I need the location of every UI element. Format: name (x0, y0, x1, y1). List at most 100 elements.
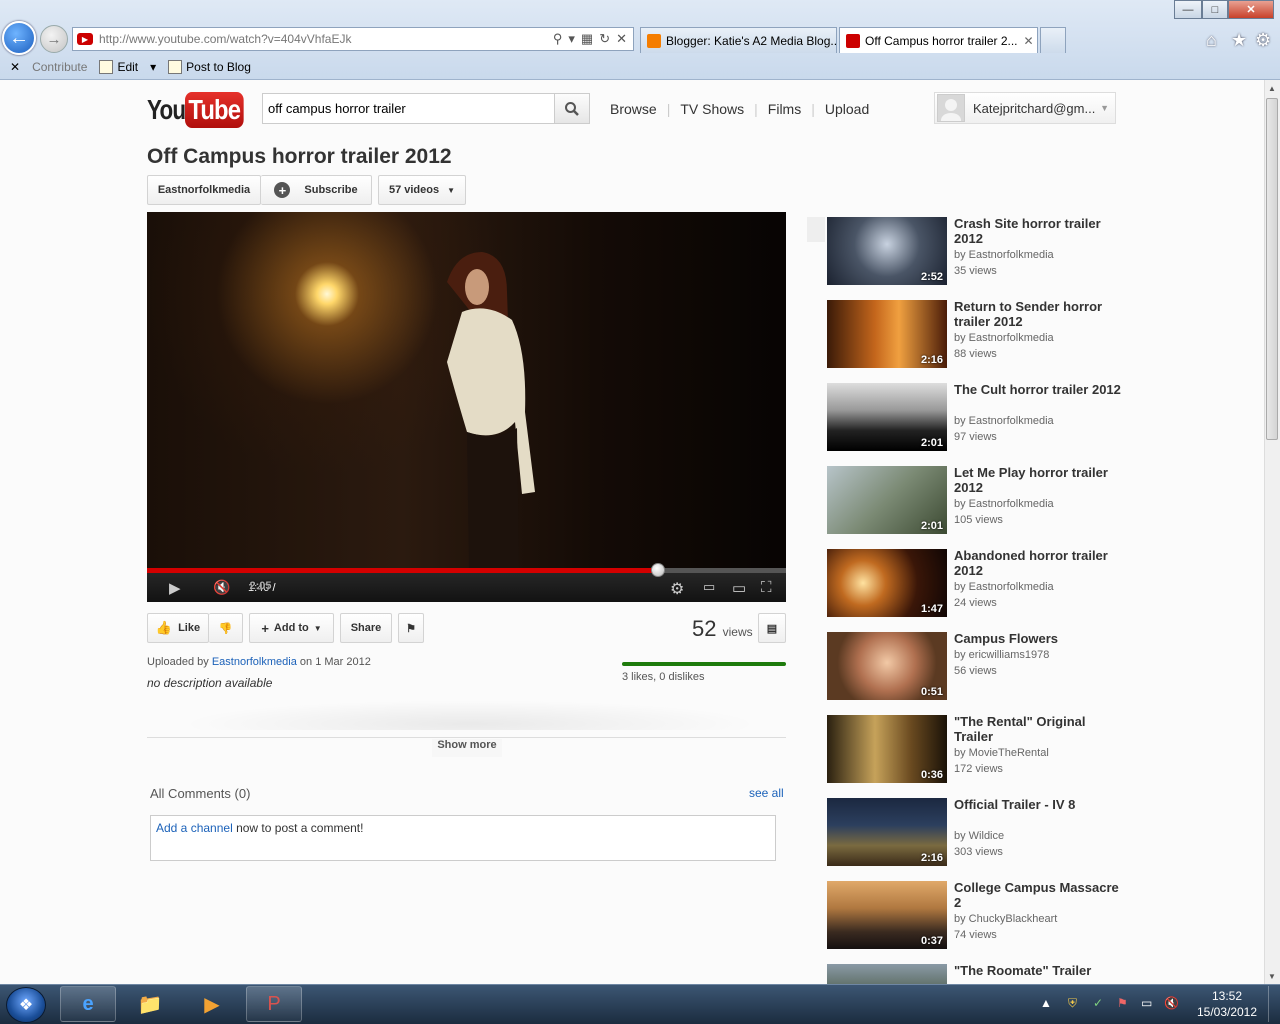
videos-dropdown-button[interactable]: 57 videos ▼ (378, 175, 466, 205)
related-video-item[interactable]: 0:36 "The Rental" Original Trailer by Movi… (827, 714, 1127, 785)
channel-button[interactable]: Eastnorfolkmedia (147, 175, 261, 205)
show-desktop-button[interactable] (1268, 986, 1278, 1022)
related-video-item[interactable]: 2:52 Crash Site horror trailer 2012 by Eas… (827, 216, 1127, 287)
related-video-item[interactable]: 2:16 Official Trailer - IV 8 by Wildice 303… (827, 797, 1127, 868)
scroll-up-icon[interactable]: ▲ (1264, 80, 1280, 96)
taskbar-media-player[interactable]: ▶ (184, 986, 240, 1022)
related-video-title[interactable]: Campus Flowers (954, 631, 1124, 646)
stop-icon[interactable]: ✕ (616, 31, 627, 47)
video-player[interactable]: ▶ 🔇 1:40 / 2:05 ⚙ ▭ ▭ ⛶ (147, 212, 786, 602)
related-video-title[interactable]: Abandoned horror trailer 2012 (954, 548, 1124, 578)
stats-button[interactable]: ▤ (758, 613, 786, 643)
scrollbar-thumb[interactable] (1266, 98, 1278, 440)
flag-button[interactable]: ⚑ (398, 613, 424, 643)
related-video-item[interactable]: 2:16 Return to Sender horror trailer 2012… (827, 299, 1127, 370)
related-video-title[interactable]: The Cult horror trailer 2012 (954, 382, 1124, 397)
tray-flag-icon[interactable]: ⚑ (1117, 996, 1128, 1010)
taskbar-clock[interactable]: 13:52 15/03/2012 (1192, 988, 1262, 1020)
forward-button[interactable]: → (40, 25, 68, 53)
tray-volume-muted-icon[interactable]: 🔇 (1164, 996, 1179, 1010)
dislike-button[interactable]: 👎 (209, 613, 243, 643)
video-duration: 2:01 (920, 437, 943, 449)
video-thumbnail[interactable]: 2:16 (827, 300, 947, 368)
related-video-title[interactable]: Return to Sender horror trailer 2012 (954, 299, 1124, 329)
tray-shield-icon[interactable]: ⛨ (1068, 996, 1077, 1011)
taskbar-explorer[interactable]: 📁 (122, 986, 178, 1022)
back-button[interactable]: ← (2, 21, 36, 55)
related-video-item[interactable]: 2:01 The Cult horror trailer 2012 by Eastn… (827, 382, 1127, 453)
video-thumbnail[interactable]: 0:37 (827, 881, 947, 949)
video-thumbnail[interactable]: 2:01 (827, 383, 947, 451)
uploader-link[interactable]: Eastnorfolkmedia (212, 656, 297, 668)
close-tab-icon[interactable]: ✕ (1018, 34, 1034, 48)
youtube-logo[interactable]: You Tube (147, 92, 254, 128)
user-menu[interactable]: Katejpritchard@gm... ▼ (934, 92, 1116, 124)
dropdown-icon[interactable]: ▾ (568, 31, 575, 47)
tray-network-icon[interactable]: ▲ (1040, 996, 1052, 1010)
related-video-item[interactable]: "The Roomate" Trailer (827, 964, 1127, 984)
search-button[interactable] (554, 93, 590, 124)
fullscreen-icon[interactable]: ⛶ (761, 579, 772, 596)
video-thumbnail[interactable]: 0:36 (827, 715, 947, 783)
add-to-button[interactable]: + Add to ▼ (249, 613, 334, 643)
video-thumbnail[interactable]: 2:01 (827, 466, 947, 534)
nav-films[interactable]: Films (758, 101, 811, 117)
video-thumbnail[interactable] (827, 964, 947, 984)
search-icon[interactable]: ⚲ (553, 31, 563, 47)
new-tab-button[interactable] (1040, 27, 1066, 53)
tools-gear-icon[interactable]: ⚙ (1255, 30, 1271, 51)
show-more-button[interactable]: Show more (432, 739, 502, 757)
settings-gear-icon[interactable]: ⚙ (670, 579, 684, 599)
favorites-star-icon[interactable]: ★ (1231, 30, 1247, 51)
related-video-title[interactable]: Crash Site horror trailer 2012 (954, 216, 1124, 246)
taskbar-powerpoint[interactable]: P (246, 986, 302, 1022)
search-input[interactable]: off campus horror trailer (262, 93, 555, 124)
tab-blogger[interactable]: Blogger: Katie's A2 Media Blog... (640, 27, 837, 53)
close-icon[interactable]: ✕ (10, 60, 20, 74)
see-all-link[interactable]: see all (749, 786, 784, 800)
related-video-title[interactable]: College Campus Massacre 2 (954, 880, 1124, 910)
compat-view-icon[interactable]: ▦ (581, 31, 593, 47)
related-video-title[interactable]: "The Roomate" Trailer (954, 964, 1124, 978)
scroll-down-icon[interactable]: ▼ (1264, 968, 1280, 984)
related-video-title[interactable]: "The Rental" Original Trailer (954, 714, 1124, 744)
tray-monitor-icon[interactable]: ▭ (1141, 996, 1152, 1010)
contribute-button[interactable]: Contribute (32, 60, 87, 74)
video-duration: 2:52 (920, 271, 943, 283)
like-button[interactable]: 👍 Like (147, 613, 209, 643)
mute-icon[interactable]: 🔇 (213, 579, 230, 596)
play-icon[interactable]: ▶ (169, 579, 181, 597)
nav-upload[interactable]: Upload (815, 101, 879, 117)
maximize-button[interactable]: □ (1202, 0, 1228, 19)
video-thumbnail[interactable]: 2:16 (827, 798, 947, 866)
video-thumbnail[interactable]: 2:52 (827, 217, 947, 285)
tab-youtube[interactable]: Off Campus horror trailer 2... ✕ (839, 27, 1038, 53)
related-video-item[interactable]: 2:01 Let Me Play horror trailer 2012 by Ea… (827, 465, 1127, 536)
refresh-icon[interactable]: ↻ (599, 31, 610, 47)
home-icon[interactable]: ⌂ (1206, 30, 1217, 51)
popout-icon[interactable]: ▭ (703, 579, 715, 595)
related-video-item[interactable]: 0:37 College Campus Massacre 2 by ChuckyBl… (827, 880, 1127, 951)
related-video-item[interactable]: 1:47 Abandoned horror trailer 2012 by East… (827, 548, 1127, 619)
video-thumbnail[interactable]: 0:51 (827, 632, 947, 700)
wide-mode-icon[interactable]: ▭ (732, 579, 746, 597)
taskbar-internet-explorer[interactable]: e (60, 986, 116, 1022)
add-channel-link[interactable]: Add a channel (156, 821, 233, 835)
subscribe-button[interactable]: + Subscribe (261, 175, 372, 205)
edit-button[interactable]: Edit (99, 60, 138, 74)
close-window-button[interactable]: ✕ (1228, 0, 1274, 19)
address-bar[interactable]: ▶ http://www.youtube.com/watch?v=404vVhf… (72, 27, 634, 51)
edit-dropdown-icon[interactable]: ▾ (150, 60, 156, 74)
post-to-blog-button[interactable]: Post to Blog (168, 60, 251, 74)
related-video-title[interactable]: Official Trailer - IV 8 (954, 797, 1124, 812)
related-video-item[interactable]: 0:51 Campus Flowers by ericwilliams1978 56 … (827, 631, 1127, 702)
url-text[interactable]: http://www.youtube.com/watch?v=404vVhfaE… (99, 32, 553, 46)
share-button[interactable]: Share (340, 613, 392, 643)
nav-browse[interactable]: Browse (600, 101, 667, 117)
video-thumbnail[interactable]: 1:47 (827, 549, 947, 617)
start-button[interactable]: ❖ (6, 987, 46, 1023)
related-video-title[interactable]: Let Me Play horror trailer 2012 (954, 465, 1124, 495)
minimize-button[interactable]: — (1174, 0, 1202, 19)
nav-tv-shows[interactable]: TV Shows (670, 101, 754, 117)
tray-update-icon[interactable]: ✓ (1093, 996, 1103, 1010)
